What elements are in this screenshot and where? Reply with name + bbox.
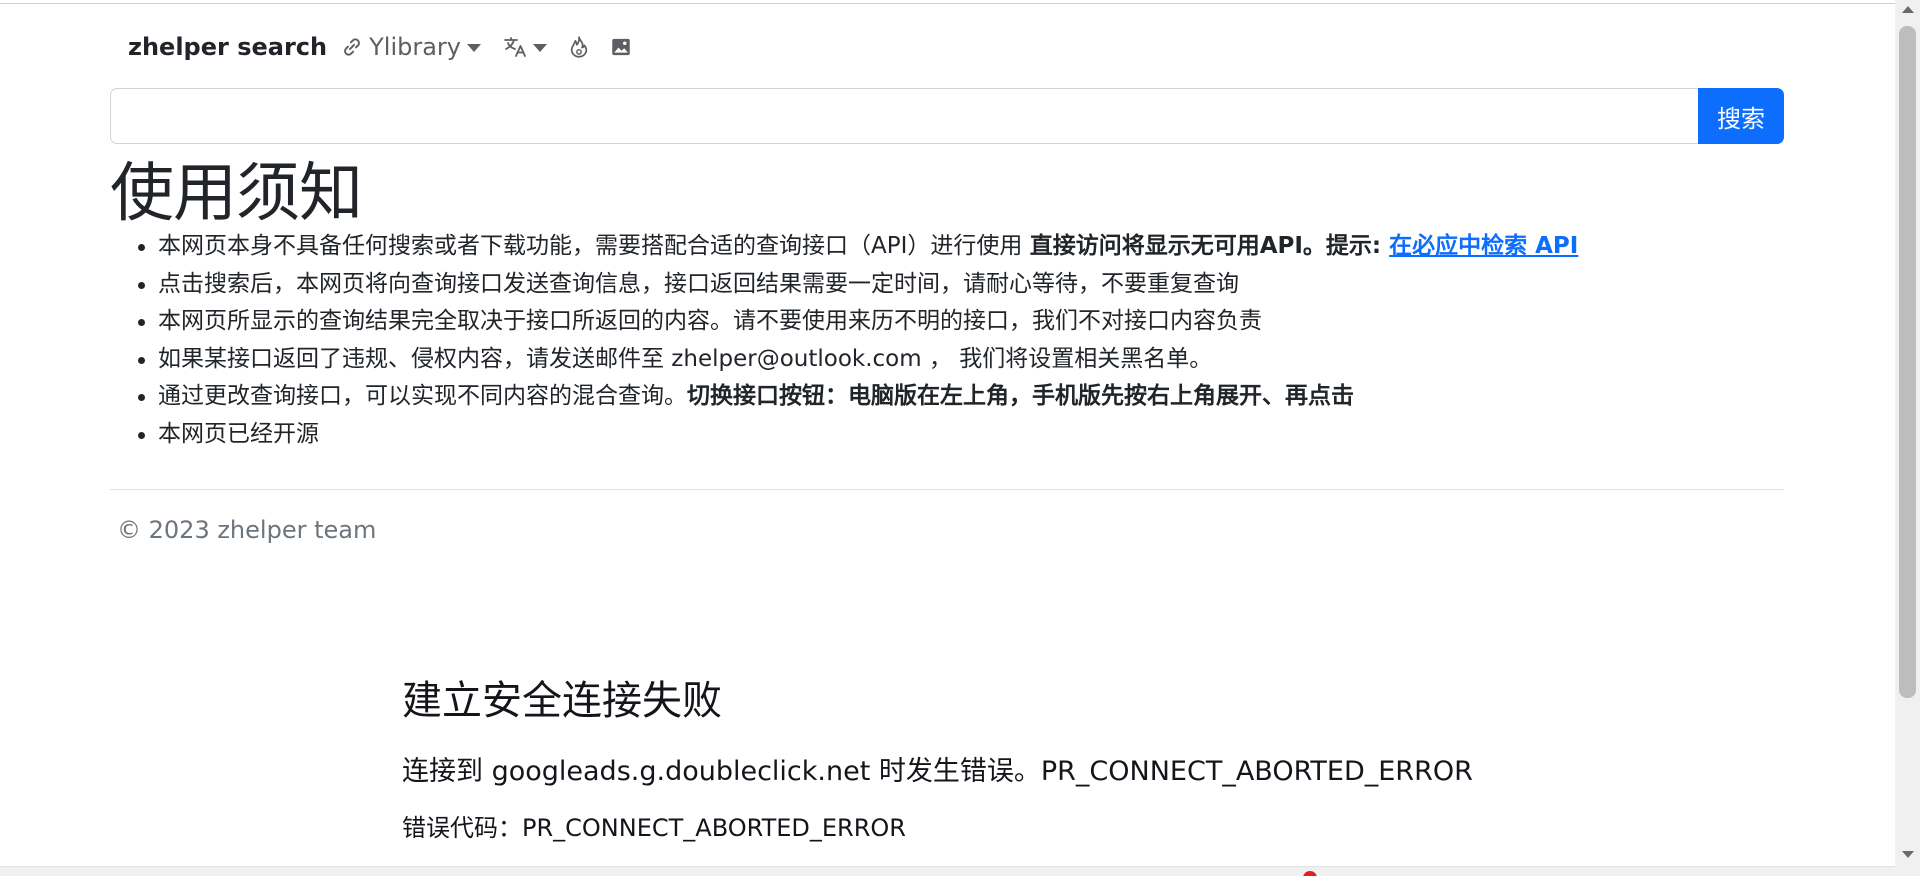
error-description: 连接到 googleads.g.doubleclick.net 时发生错误。PR…: [402, 756, 1473, 787]
search-button[interactable]: 搜索: [1698, 88, 1784, 144]
search-bar: 搜索: [110, 88, 1784, 144]
list-item: 本网页本身不具备任何搜索或者下载功能，需要搭配合适的查询接口（API）进行使用 …: [138, 228, 1838, 266]
navbar: zhelper search Ylibrary: [110, 28, 653, 66]
list-item: 如果某接口返回了违规、侵权内容，请发送邮件至 zhelper@outlook.c…: [138, 341, 1838, 379]
notice-text: 通过更改查询接口，可以实现不同内容的混合查询。: [158, 383, 687, 409]
theme-toggle[interactable]: [569, 36, 589, 58]
divider: [110, 489, 1784, 490]
list-item: 本网页已经开源: [138, 416, 1838, 454]
link-icon: [344, 38, 361, 56]
scroll-down-icon[interactable]: [1902, 851, 1914, 858]
error-code: 错误代码：PR_CONNECT_ABORTED_ERROR: [402, 814, 906, 842]
page-title: 使用须知: [110, 157, 363, 231]
notice-list: 本网页本身不具备任何搜索或者下载功能，需要搭配合适的查询接口（API）进行使用 …: [138, 228, 1838, 453]
list-item: 本网页所显示的查询结果完全取决于接口所返回的内容。请不要使用来历不明的接口，我们…: [138, 303, 1838, 341]
chevron-down-icon: [467, 44, 481, 52]
search-input[interactable]: [110, 88, 1698, 144]
list-item: 通过更改查询接口，可以实现不同内容的混合查询。切换接口按钮：电脑版在左上角，手机…: [138, 378, 1838, 416]
bing-api-link[interactable]: 在必应中检索 API: [1389, 233, 1578, 259]
language-dropdown[interactable]: [503, 35, 547, 59]
top-border: [0, 3, 1895, 4]
error-title: 建立安全连接失败: [402, 678, 722, 724]
source-dropdown[interactable]: Ylibrary: [341, 33, 481, 61]
notice-text: 本网页本身不具备任何搜索或者下载功能，需要搭配合适的查询接口（API）进行使用: [158, 233, 1030, 259]
brand-link[interactable]: zhelper search: [128, 33, 327, 61]
list-item: 点击搜索后，本网页将向查询接口发送查询信息，接口返回结果需要一定时间，请耐心等待…: [138, 266, 1838, 304]
notice-text: 如果某接口返回了违规、侵权内容，请发送邮件至 zhelper@outlook.c…: [158, 345, 1213, 372]
chevron-down-icon: [533, 44, 547, 52]
image-icon: [612, 38, 630, 56]
scrollbar-thumb[interactable]: [1899, 26, 1916, 698]
translate-icon: [504, 37, 526, 57]
vertical-scrollbar[interactable]: [1895, 0, 1920, 876]
horizontal-scrollbar[interactable]: [0, 866, 1895, 876]
footer-copyright: © 2023 zhelper team: [117, 516, 377, 544]
notice-text: 点击搜索后，本网页将向查询接口发送查询信息，接口返回结果需要一定时间，请耐心等待…: [158, 270, 1239, 297]
image-search-toggle[interactable]: [611, 37, 631, 57]
notice-text: 本网页已经开源: [158, 420, 319, 447]
source-label: Ylibrary: [369, 33, 461, 61]
notice-bold: 切换接口按钮：电脑版在左上角，手机版先按右上角展开、再点击: [687, 383, 1354, 409]
notice-text: 本网页所显示的查询结果完全取决于接口所返回的内容。请不要使用来历不明的接口，我们…: [158, 308, 1262, 334]
notice-bold: 直接访问将显示无可用API。提示:: [1029, 233, 1390, 259]
scroll-up-icon[interactable]: [1902, 6, 1914, 13]
flame-icon: [570, 36, 588, 58]
